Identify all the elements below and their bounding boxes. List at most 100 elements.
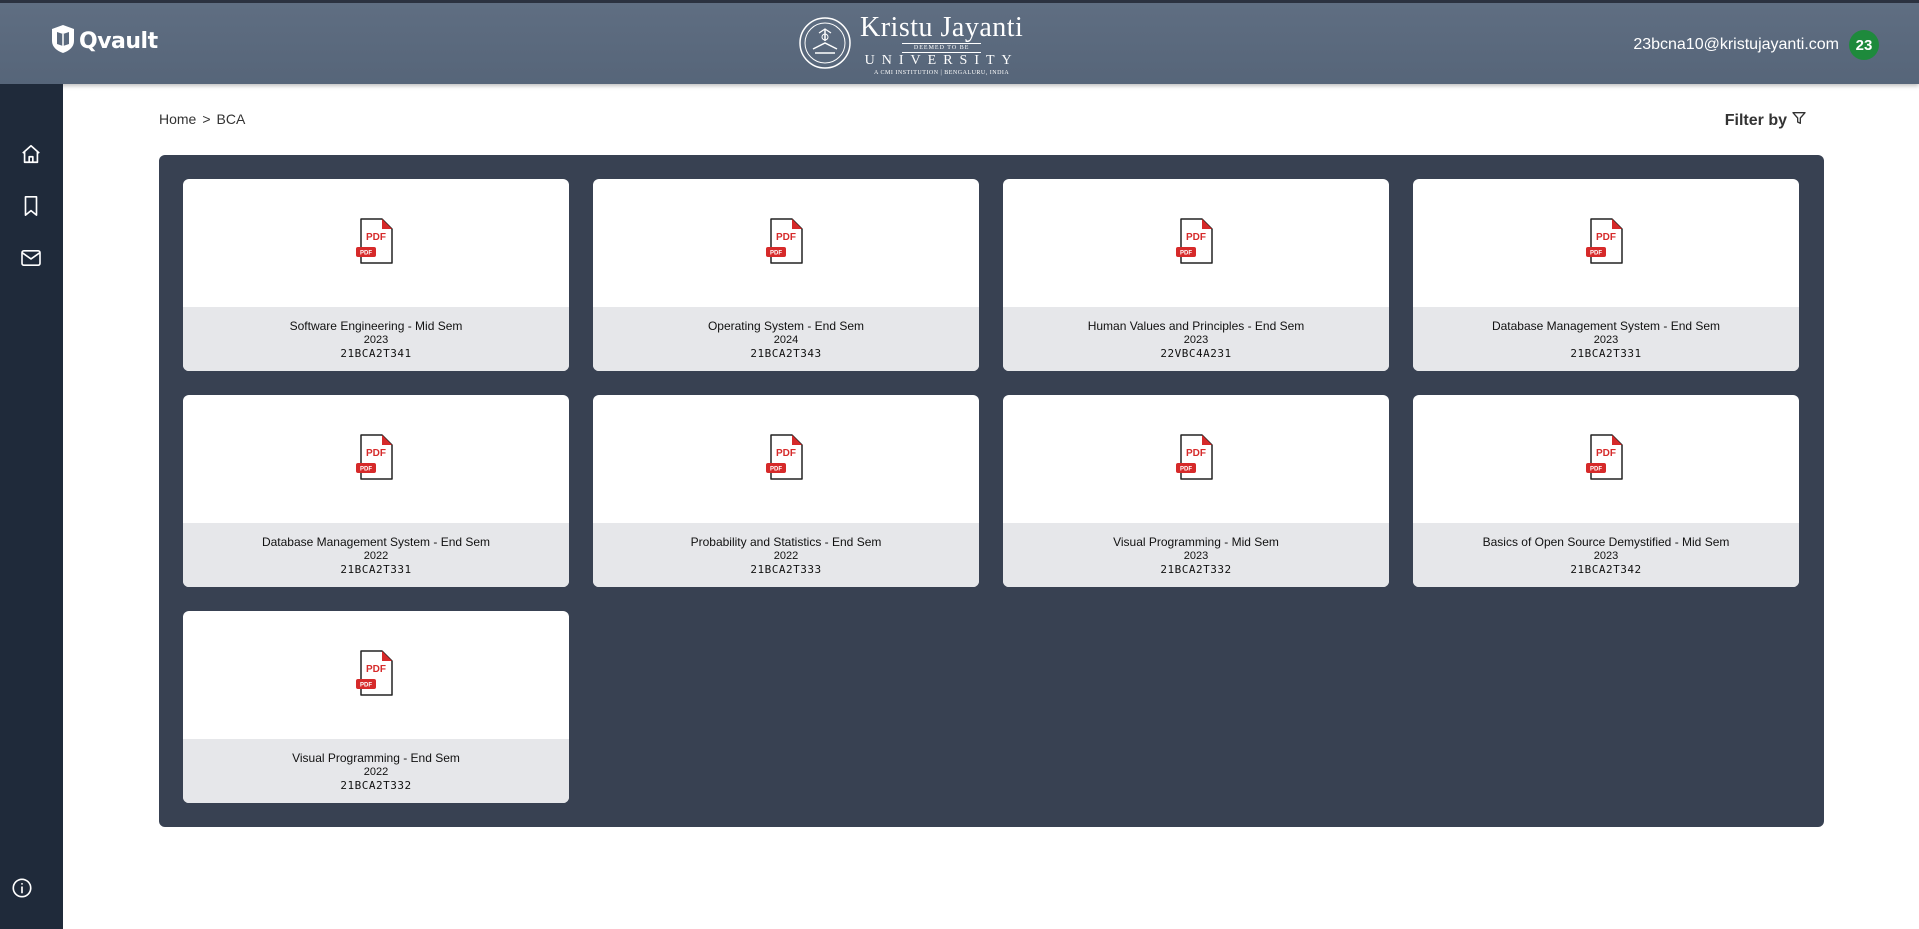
sidebar-item-mail[interactable] [19,248,43,272]
pdf-file-icon: PDF PDF [1175,217,1217,270]
svg-text:PDF: PDF [366,448,386,459]
info-icon [11,877,33,904]
university-deemed: DEEMED TO BE [901,43,982,53]
paper-title: Software Engineering - Mid Sem [289,318,463,333]
paper-title: Human Values and Principles - End Sem [1087,318,1305,333]
paper-title: Database Management System - End Sem [1491,318,1721,333]
paper-title: Probability and Statistics - End Sem [690,534,882,549]
card-thumbnail: PDF PDF [593,179,979,307]
paper-card[interactable]: PDF PDF Database Management System - End… [1413,179,1799,371]
card-thumbnail: PDF PDF [1003,179,1389,307]
paper-code: 21BCA2T332 [1160,562,1232,576]
card-thumbnail: PDF PDF [183,179,569,307]
svg-text:PDF: PDF [1180,250,1192,256]
paper-card[interactable]: PDF PDF Basics of Open Source Demystifie… [1413,395,1799,587]
svg-text:PDF: PDF [1590,250,1602,256]
svg-text:PDF: PDF [360,682,372,688]
card-info: Operating System - End Sem 2024 21BCA2T3… [593,307,979,371]
svg-text:PDF: PDF [360,466,372,472]
card-info: Software Engineering - Mid Sem 2023 21BC… [183,307,569,371]
card-info: Database Management System - End Sem 202… [1413,307,1799,371]
card-thumbnail: PDF PDF [1003,395,1389,523]
svg-text:PDF: PDF [1590,466,1602,472]
svg-text:PDF: PDF [776,232,796,243]
paper-year: 2024 [773,333,799,346]
card-thumbnail: PDF PDF [183,611,569,739]
svg-text:PDF: PDF [1186,448,1206,459]
university-seal-icon [798,15,852,76]
sidebar [0,84,63,929]
paper-card[interactable]: PDF PDF Software Engineering - Mid Sem 2… [183,179,569,371]
user-menu[interactable]: 23bcna10@kristujayanti.com 23 [1633,30,1879,60]
card-info: Human Values and Principles - End Sem 20… [1003,307,1389,371]
pdf-file-icon: PDF PDF [355,649,397,702]
svg-text:PDF: PDF [770,250,782,256]
pdf-file-icon: PDF PDF [765,433,807,486]
card-info: Probability and Statistics - End Sem 202… [593,523,979,587]
app-logo[interactable]: Qvault [50,24,158,59]
paper-card[interactable]: PDF PDF Probability and Statistics - End… [593,395,979,587]
svg-text:PDF: PDF [366,664,386,675]
paper-title: Database Management System - End Sem [261,534,491,549]
pdf-file-icon: PDF PDF [355,433,397,486]
paper-card[interactable]: PDF PDF Visual Programming - Mid Sem 202… [1003,395,1389,587]
pdf-file-icon: PDF PDF [1585,433,1627,486]
paper-title: Visual Programming - End Sem [292,750,460,765]
card-info: Basics of Open Source Demystified - Mid … [1413,523,1799,587]
paper-code: 21BCA2T332 [340,778,412,792]
filter-icon [1791,110,1807,131]
svg-text:PDF: PDF [776,448,796,459]
card-info: Visual Programming - Mid Sem 2023 21BCA2… [1003,523,1389,587]
breadcrumb-home[interactable]: Home [159,111,196,127]
paper-code: 21BCA2T342 [1570,562,1642,576]
sidebar-item-home[interactable] [19,144,43,168]
mail-icon [20,249,42,272]
sidebar-item-bookmarks[interactable] [19,195,43,222]
paper-year: 2023 [1593,333,1619,346]
paper-title: Basics of Open Source Demystified - Mid … [1482,534,1730,549]
paper-code: 21BCA2T331 [340,562,412,576]
card-info: Database Management System - End Sem 202… [183,523,569,587]
university-logo: Kristu Jayanti DEEMED TO BE UNIVERSITY A… [798,14,1023,76]
svg-text:PDF: PDF [360,250,372,256]
card-thumbnail: PDF PDF [1413,395,1799,523]
paper-code: 21BCA2T341 [340,346,412,360]
pdf-file-icon: PDF PDF [1585,217,1627,270]
svg-text:PDF: PDF [1596,232,1616,243]
paper-code: 21BCA2T343 [750,346,822,360]
sidebar-item-info[interactable] [10,877,34,904]
paper-year: 2023 [363,333,389,346]
paper-code: 21BCA2T333 [750,562,822,576]
pdf-file-icon: PDF PDF [1175,433,1217,486]
paper-year: 2023 [1183,333,1209,346]
paper-year: 2022 [363,549,389,562]
card-thumbnail: PDF PDF [183,395,569,523]
avatar[interactable]: 23 [1849,30,1879,60]
pdf-file-icon: PDF PDF [355,217,397,270]
card-thumbnail: PDF PDF [593,395,979,523]
paper-card[interactable]: PDF PDF Operating System - End Sem 2024 … [593,179,979,371]
paper-card[interactable]: PDF PDF Database Management System - End… [183,395,569,587]
paper-year: 2022 [773,549,799,562]
pdf-file-icon: PDF PDF [765,217,807,270]
paper-card[interactable]: PDF PDF Visual Programming - End Sem 202… [183,611,569,803]
svg-text:PDF: PDF [1186,232,1206,243]
user-email: 23bcna10@kristujayanti.com [1633,36,1839,53]
qvault-logo-icon [50,24,76,59]
paper-card[interactable]: PDF PDF Human Values and Principles - En… [1003,179,1389,371]
paper-year: 2023 [1183,549,1209,562]
home-icon [20,143,42,170]
breadcrumb-current: BCA [216,111,246,127]
paper-code: 21BCA2T331 [1570,346,1642,360]
filter-button[interactable]: Filter by [1725,110,1807,131]
card-info: Visual Programming - End Sem 2022 21BCA2… [183,739,569,803]
paper-year: 2023 [1593,549,1619,562]
paper-title: Operating System - End Sem [707,318,865,333]
paper-code: 22VBC4A231 [1160,346,1232,360]
bookmark-icon [21,195,41,222]
app-name: Qvault [79,29,158,54]
paper-year: 2022 [363,765,389,778]
svg-text:PDF: PDF [770,466,782,472]
filter-label: Filter by [1724,111,1787,129]
breadcrumb: Home > BCA [159,111,245,127]
